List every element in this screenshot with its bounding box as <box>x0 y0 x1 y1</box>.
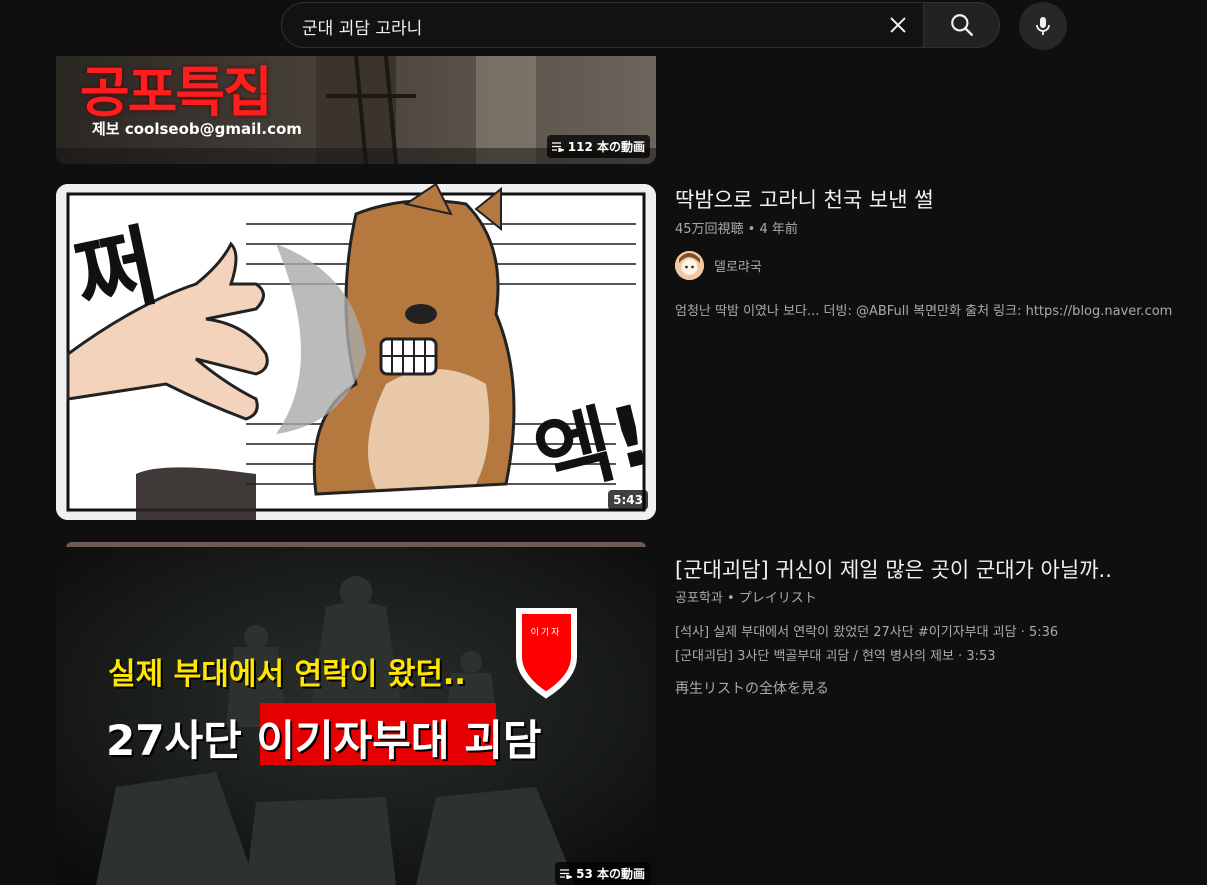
search-icon <box>950 14 973 36</box>
view-full-playlist-link[interactable]: 再生リストの全体を見る <box>675 678 829 698</box>
video-count-label: 112 本の動画 <box>567 140 645 154</box>
thumbnail-line-2: 27사단 이기자부대 괴담 <box>106 707 541 768</box>
separator-dot: • <box>722 591 739 606</box>
separator-dot: • <box>743 222 760 237</box>
video-count-badge: 53 本の動画 <box>555 862 650 885</box>
search-button[interactable] <box>923 2 1000 48</box>
youtube-search-results: 공포특집 제보 coolseob@gmail.com 112 本の動画 <box>0 0 1207 885</box>
video-title[interactable]: 딱밤으로 고라니 천국 보낸 썰 <box>675 184 934 214</box>
channel-name[interactable]: 델로랴국 <box>714 256 762 275</box>
video-count-label: 53 本の動画 <box>576 867 645 881</box>
thumbnail-emblem-text: 이기자 <box>530 628 562 638</box>
separator-dot: · <box>953 649 967 664</box>
search-input[interactable] <box>300 3 874 49</box>
channel-link[interactable]: 델로랴국 <box>675 251 762 280</box>
video-thumbnail[interactable]: 쩌 엑! 5:43 <box>56 184 656 520</box>
thumbnail-line-2a: 27사단 <box>106 716 257 765</box>
thumbnail-line-2b: 이기자부대 <box>256 716 450 765</box>
playlist-icon <box>551 141 564 152</box>
playlist-item-title: [석사] 실제 부대에서 연락이 왔었던 27사단 #이기자부대 괴담 <box>675 625 1017 640</box>
search-box[interactable] <box>281 2 923 49</box>
channel-name[interactable]: 공포학과 <box>675 591 723 606</box>
masthead <box>0 0 1207 56</box>
thumbnail-subtext: 제보 coolseob@gmail.com <box>92 120 302 138</box>
playlist-item-duration: 5:36 <box>1029 625 1059 640</box>
playlist-item[interactable]: [석사] 실제 부대에서 연락이 왔었던 27사단 #이기자부대 괴담 · 5:… <box>675 621 1058 640</box>
playlist-thumbnail[interactable]: 공포특집 제보 coolseob@gmail.com 112 本の動画 <box>56 56 656 164</box>
video-description: 엄청난 딱밤 이였나 보다... 더빙: @ABFull 복면만화 출처 링크:… <box>675 304 1173 319</box>
thumbnail-line-1: 실제 부대에서 연락이 왔던.. <box>108 657 466 692</box>
voice-search-button[interactable] <box>1019 2 1067 50</box>
duration-badge: 5:43 <box>608 490 648 510</box>
playlist-item[interactable]: [군대괴담] 3사단 백골부대 괴담 / 현역 병사의 제보 · 3:53 <box>675 645 996 664</box>
microphone-icon <box>1036 17 1050 35</box>
playlist-title[interactable]: [군대괴담] 귀신이 제일 많은 곳이 군대가 아닐까.. <box>675 554 1112 584</box>
playlist-item-title: [군대괴담] 3사단 백골부대 괴담 / 현역 병사의 제보 <box>675 649 954 664</box>
close-icon <box>890 17 906 33</box>
channel-avatar[interactable] <box>675 251 704 280</box>
playlist-icon <box>560 868 573 879</box>
clear-search-button[interactable] <box>879 6 917 44</box>
thumbnail-title-text: 공포특집 <box>80 60 273 124</box>
video-metadata: 45万回視聴 • 4 年前 <box>675 218 798 237</box>
video-count-badge: 112 本の動画 <box>546 135 650 158</box>
playlist-metadata: 공포학과 • プレイリスト <box>675 587 817 606</box>
playlist-thumbnail[interactable]: 이기자 실제 부대에서 연락이 왔던.. 27사단 이기자부대 괴담 53 本の… <box>56 547 656 885</box>
playlist-item-duration: 3:53 <box>966 649 996 664</box>
upload-age: 4 年前 <box>759 222 798 237</box>
separator-dot: · <box>1016 625 1029 640</box>
thumbnail-line-2c: 괴담 <box>449 716 542 765</box>
playlist-kind: プレイリスト <box>738 591 817 606</box>
view-count: 45万回視聴 <box>675 222 744 237</box>
